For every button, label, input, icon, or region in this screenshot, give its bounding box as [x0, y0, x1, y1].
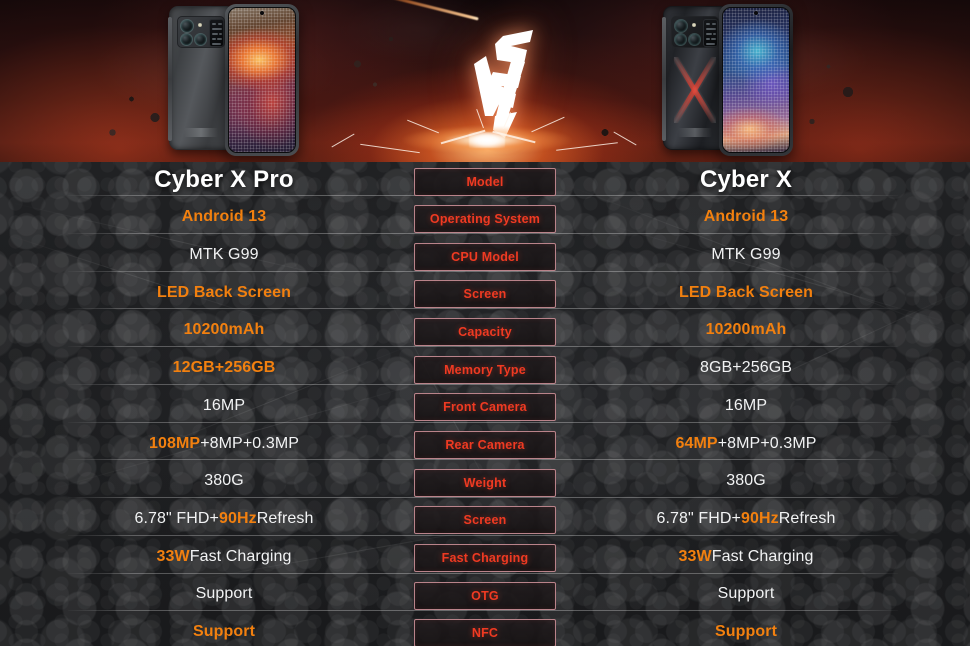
spec-label-nfc: NFC [414, 619, 556, 646]
right-screen-pre: 6.78" FHD+ [656, 510, 741, 527]
spec-label-text: Model [466, 175, 504, 189]
left-value-otg: Support [195, 585, 253, 602]
spec-label-screen: Screen [414, 280, 556, 308]
left-value-weight: 380G [204, 472, 244, 489]
right-product-title: Cyber X [699, 166, 793, 193]
right-phone-front [719, 4, 793, 156]
left-value-operating-system: Android 13 [181, 208, 267, 225]
spec-label-text: Weight [463, 476, 507, 490]
spec-label-fast-charging: Fast Charging [414, 544, 556, 572]
spec-label-operating-system: Operating System [414, 205, 556, 233]
right-rear-camera-highlight: 64MP [675, 435, 718, 452]
right-phone-screen [722, 7, 790, 153]
vs-logo [473, 20, 535, 138]
spec-comparison-table: Cyber X Pro Android 13 MTK G99 LED Back … [0, 162, 970, 646]
left-screen-pre: 6.78" FHD+ [134, 510, 219, 527]
left-phone-front [225, 4, 299, 156]
left-charging-highlight: 33W [156, 548, 190, 565]
spec-label-front-camera: Front Camera [414, 393, 556, 421]
spec-label-weight: Weight [414, 469, 556, 497]
right-value-screen: LED Back Screen [678, 284, 813, 301]
left-value-cpu-model: MTK G99 [189, 246, 259, 263]
spec-label-cpu-model: CPU Model [414, 243, 556, 271]
front-camera-punchhole-icon [260, 11, 264, 15]
spec-label-text: Screen [463, 513, 507, 527]
right-value-rear-camera: 64MP +8MP+0.3MP [560, 434, 932, 454]
spec-label-text: Capacity [458, 325, 512, 339]
flash-icon [692, 23, 696, 27]
camera-lens-icon [181, 20, 193, 32]
right-camera-island [671, 16, 719, 48]
spec-label-text: Operating System [429, 212, 541, 226]
left-value-nfc: Support [192, 623, 256, 640]
spec-label-text: OTG [471, 589, 499, 603]
flash-icon [198, 23, 202, 27]
left-value-screen-spec: 6.78" FHD+ 90Hz Refresh [38, 509, 410, 529]
right-value-memory-type: 8GB+256GB [699, 359, 793, 376]
right-value-fast-charging: 33W Fast Charging [560, 547, 932, 567]
left-value-front-camera: 16MP [202, 397, 246, 414]
left-value-screen: LED Back Screen [156, 284, 291, 301]
spec-label-rear-camera: Rear Camera [414, 431, 556, 459]
left-phone-screen [228, 7, 296, 153]
right-charging-post: Fast Charging [711, 548, 814, 565]
camera-lens-icon [675, 20, 687, 32]
spec-label-text: Fast Charging [441, 551, 529, 565]
left-product-title: Cyber X Pro [154, 166, 294, 193]
rear-led-panel [209, 19, 224, 47]
right-screen-post: Refresh [778, 510, 836, 527]
right-value-weight: 380G [726, 472, 766, 489]
right-charging-highlight: 33W [678, 548, 712, 565]
right-value-otg: Support [717, 585, 775, 602]
camera-lens-icon [195, 34, 206, 45]
left-phone-image [163, 0, 323, 162]
right-phone-image [657, 0, 817, 162]
spec-label-text: CPU Model [451, 250, 519, 264]
comparison-page: Cyber X Pro Android 13 MTK G99 LED Back … [0, 0, 970, 646]
left-spec-column: Cyber X Pro Android 13 MTK G99 LED Back … [38, 162, 410, 646]
right-value-nfc: Support [714, 623, 778, 640]
right-value-screen-spec: 6.78" FHD+ 90Hz Refresh [560, 509, 932, 529]
spec-label-text: Screen [463, 287, 507, 301]
right-phone-brand-logo [678, 128, 712, 137]
left-rear-camera-highlight: 108MP [148, 435, 201, 452]
spec-label-text: NFC [471, 626, 499, 640]
spec-label-otg: OTG [414, 582, 556, 610]
left-rear-camera-rest: +8MP+0.3MP [200, 435, 300, 452]
camera-lens-icon [181, 34, 192, 45]
left-phone-brand-logo [184, 128, 218, 137]
spec-label-memory-type: Memory Type [414, 356, 556, 384]
right-rear-camera-rest: +8MP+0.3MP [717, 435, 817, 452]
left-screen-post: Refresh [256, 510, 314, 527]
camera-lens-icon [675, 34, 686, 45]
spec-label-column: Model Operating System CPU Model Screen … [414, 162, 556, 646]
hero-banner [0, 0, 970, 162]
spec-label-text: Rear Camera [445, 438, 525, 452]
left-screen-refresh-highlight: 90Hz [219, 510, 257, 527]
right-spec-column: Cyber X Android 13 MTK G99 LED Back Scre… [560, 162, 932, 646]
screen-wallpaper-stars [229, 8, 295, 152]
left-value-fast-charging: 33W Fast Charging [38, 547, 410, 567]
screen-wallpaper-stars [723, 8, 789, 152]
right-value-capacity: 10200mAh [705, 321, 787, 338]
rear-led-panel [703, 19, 718, 47]
left-value-capacity: 10200mAh [183, 321, 265, 338]
spec-label-model: Model [414, 168, 556, 196]
spec-label-text: Front Camera [443, 400, 527, 414]
spec-label-text: Memory Type [444, 363, 526, 377]
right-value-cpu-model: MTK G99 [711, 246, 781, 263]
left-value-rear-camera: 108MP +8MP+0.3MP [38, 434, 410, 454]
left-camera-island [177, 16, 225, 48]
spec-label-screen-size: Screen [414, 506, 556, 534]
x-emblem-icon [672, 55, 718, 125]
right-value-front-camera: 16MP [724, 397, 768, 414]
front-camera-punchhole-icon [754, 11, 758, 15]
spec-label-capacity: Capacity [414, 318, 556, 346]
right-value-operating-system: Android 13 [703, 208, 789, 225]
left-value-memory-type: 12GB+256GB [172, 359, 276, 376]
right-screen-refresh-highlight: 90Hz [741, 510, 779, 527]
camera-lens-icon [689, 34, 700, 45]
left-charging-post: Fast Charging [189, 548, 292, 565]
